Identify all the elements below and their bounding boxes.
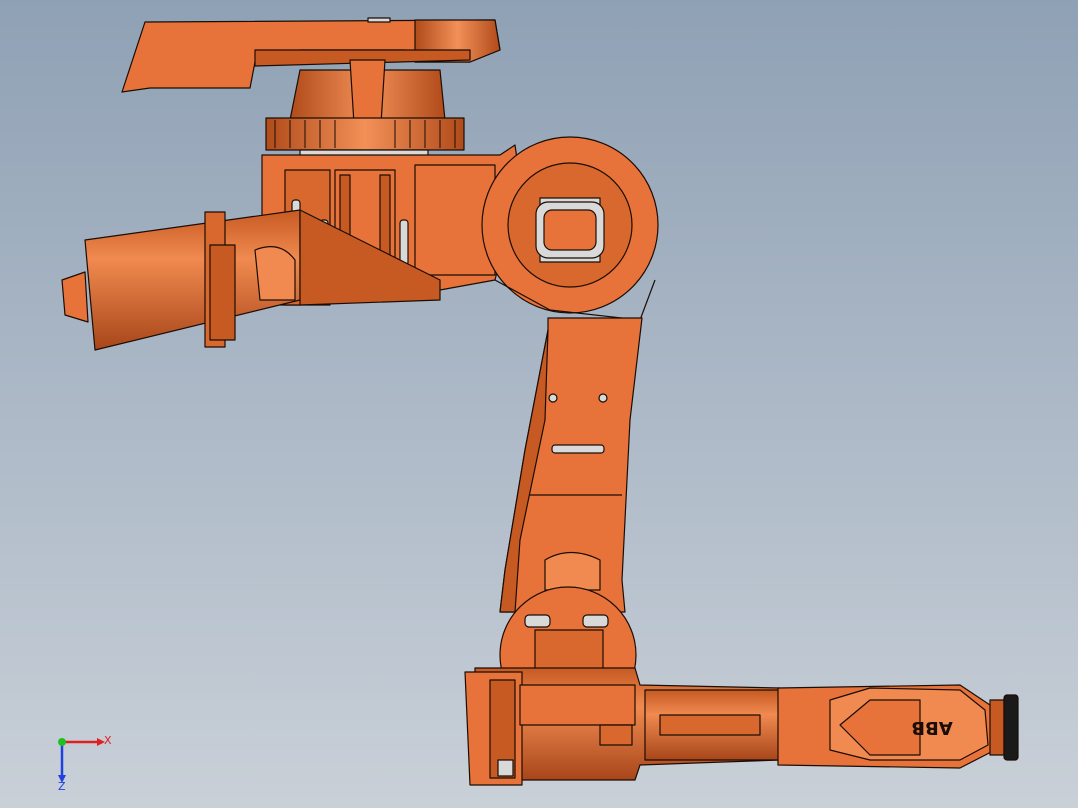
y-axis-dot — [58, 738, 66, 746]
z-axis-label: Z — [58, 780, 66, 793]
cad-viewport[interactable]: ABB X Z — [0, 0, 1078, 808]
x-axis-label: X — [104, 734, 112, 747]
abb-logo: ABB — [911, 717, 952, 738]
